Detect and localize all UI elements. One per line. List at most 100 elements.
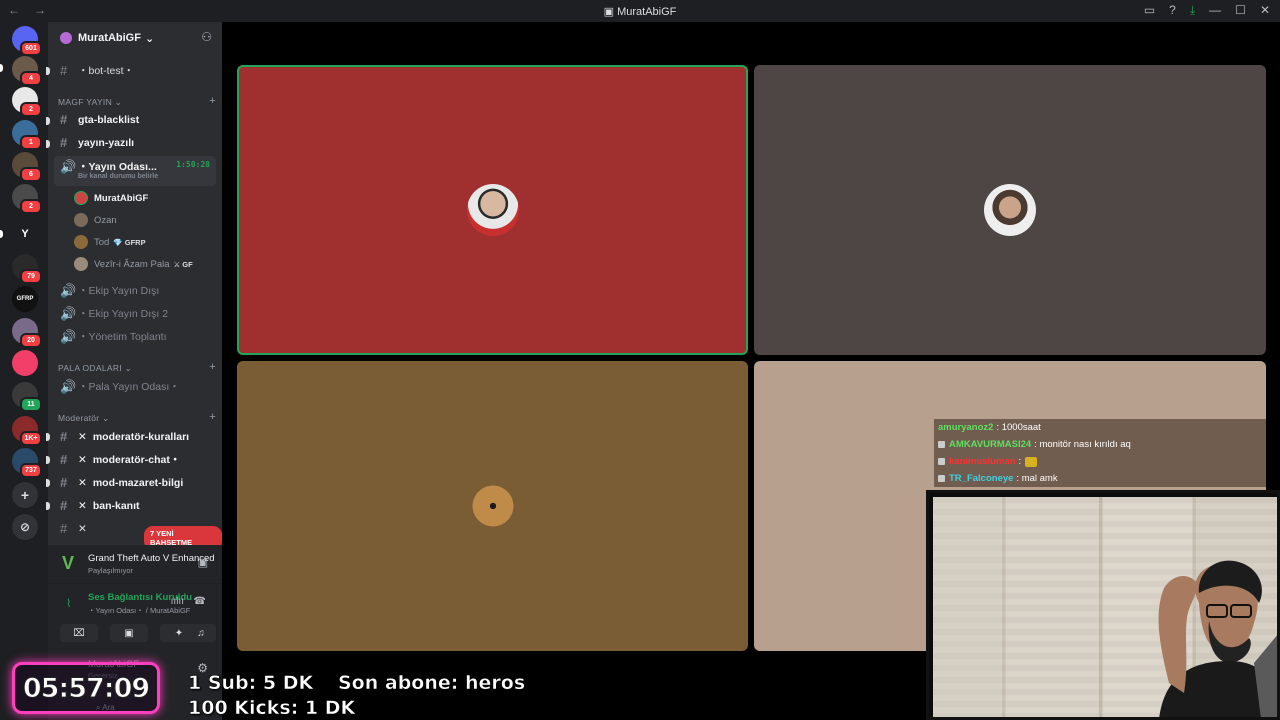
voice-user[interactable]: Tod 💎 GFRP <box>74 232 146 252</box>
server-icon[interactable]: 737 <box>12 448 42 478</box>
voice-channel[interactable]: 🔊 ・Ekip Yayın Dışı <box>54 280 216 301</box>
channel-label: ban-kanıt <box>92 499 140 512</box>
chat-user: kanimusluman <box>949 456 1016 467</box>
invite-icon[interactable]: ⚇ <box>201 30 212 44</box>
maximize-icon[interactable]: ☐ <box>1235 3 1246 18</box>
channel-mod-mazaret-bilgi[interactable]: # ✕ mod-mazaret-bilgi <box>54 472 216 493</box>
channel-label: ・Ekip Yayın Dışı <box>78 285 160 297</box>
guild-header[interactable]: MuratAbiGF ⌄ ⚇ <box>48 22 222 54</box>
gta-game-icon: V <box>62 553 75 573</box>
title-bar: ← → ▣ MuratAbiGF ▭ ? ⤓ — ☐ ✕ <box>0 0 1280 22</box>
channel-moderator-chat[interactable]: # ✕ moderatör-chat・ <box>54 449 216 470</box>
category-moderator[interactable]: Moderatör ⌄ + <box>58 411 216 424</box>
swords-icon: ✕ <box>78 522 87 535</box>
direct-messages-icon[interactable]: 601 <box>12 26 42 56</box>
minimize-icon[interactable]: — <box>1209 3 1221 18</box>
server-badge: 11 <box>20 397 42 412</box>
server-rail: 601 4 2 1 6 2 Y 79 GFRP 20 11 1K+ 737 + … <box>0 22 48 720</box>
add-channel-icon[interactable]: + <box>209 95 216 107</box>
help-icon[interactable]: ? <box>1169 3 1176 18</box>
voice-channel[interactable]: 🔊 ・Yönetim Toplantı <box>54 326 216 347</box>
soundboard-button[interactable]: ♫ <box>186 624 216 642</box>
channel-ban-kanit[interactable]: # ✕ ban-kanıt <box>54 495 216 516</box>
category-magf-yayin[interactable]: MAGF YAYIN ⌄ + <box>58 95 216 108</box>
channel-label: moderatör-kuralları <box>92 430 190 443</box>
avatar <box>74 213 88 227</box>
channel-yayin-yazili[interactable]: # yayın-yazılı <box>54 132 216 153</box>
share-screen-button[interactable]: ▣ <box>110 624 148 642</box>
channel-label: ・bot-test・ <box>78 65 135 77</box>
channel-label: ・Ekip Yayın Dışı 2 <box>78 308 169 320</box>
server-icon[interactable]: 79 <box>12 254 42 284</box>
voice-channel-yayin-odasi[interactable]: 🔊 ・Yayın Odası... 1:50:28 Bir kanal duru… <box>54 156 216 186</box>
server-icon[interactable]: GFRP <box>12 286 38 312</box>
server-badge: 4 <box>20 71 42 86</box>
inbox-icon[interactable]: ▭ <box>1144 3 1155 18</box>
channel-gta-blacklist[interactable]: # gta-blacklist <box>54 109 216 130</box>
server-icon[interactable]: 1 <box>12 120 42 150</box>
server-icon[interactable]: 2 <box>12 87 42 117</box>
chat-user: amuryanoz2 <box>938 422 994 433</box>
participant-tile-speaking[interactable] <box>237 65 748 355</box>
avatar <box>466 480 519 532</box>
speaker-icon: 🔊 <box>60 159 77 174</box>
unread-dot <box>46 140 50 148</box>
server-icon[interactable]: Y <box>12 221 38 247</box>
unread-dot <box>46 67 50 75</box>
chat-user: TR_Falconeye <box>949 473 1014 484</box>
hash-icon: # <box>60 498 68 513</box>
voice-user-name: Vezîr-i Âzam Pala <box>94 258 170 270</box>
badge-icon <box>938 441 945 448</box>
chat-message: TR_Falconeye: mal amk <box>934 470 1266 487</box>
camera-off-button[interactable]: ⌧ <box>60 624 98 642</box>
hash-icon: # <box>60 521 68 536</box>
voice-user[interactable]: Vezîr-i Âzam Pala ⚔ GF <box>74 254 193 274</box>
voice-user-name: MuratAbiGF <box>94 192 149 204</box>
speaker-icon: 🔊 <box>60 282 77 298</box>
add-server-icon[interactable]: + <box>12 482 38 508</box>
voice-user[interactable]: MuratAbiGF <box>74 188 148 208</box>
participant-tile[interactable] <box>754 65 1266 355</box>
add-channel-icon[interactable]: + <box>209 411 216 423</box>
voice-channel[interactable]: 🔊 ・Pala Yayın Odası・ <box>54 376 216 397</box>
server-icon[interactable]: 4 <box>12 56 42 86</box>
category-label: Moderatör <box>58 413 100 423</box>
channel-bot-test[interactable]: # ・bot-test・ <box>54 60 216 81</box>
channel-status[interactable]: Bir kanal durumu belirle <box>78 173 158 180</box>
avatar <box>74 257 88 271</box>
hash-icon: # <box>60 452 68 467</box>
server-icon[interactable] <box>12 350 38 376</box>
server-icon[interactable]: 6 <box>12 152 42 182</box>
voice-channel[interactable]: 🔊 ・Ekip Yayın Dışı 2 <box>54 303 216 324</box>
window-controls: ▭ ? ⤓ — ☐ ✕ <box>1144 3 1270 18</box>
close-icon[interactable]: ✕ <box>1260 3 1270 18</box>
screen-share-icon[interactable]: ▣ <box>198 556 208 569</box>
swords-icon: ✕ <box>78 476 87 489</box>
noise-suppression-icon[interactable]: ıılıı <box>171 596 184 607</box>
server-icon[interactable]: 20 <box>12 318 42 348</box>
hash-icon: # <box>60 135 68 150</box>
participant-tile[interactable] <box>237 361 748 651</box>
voice-user[interactable]: Ozan <box>74 210 117 230</box>
chat-text: : monitör nası kırıldı aq <box>1034 439 1131 450</box>
download-icon[interactable]: ⤓ <box>1190 3 1195 18</box>
category-pala-odalari[interactable]: PALA ODALARI ⌄ + <box>58 361 216 374</box>
chat-user: AMKAVURMASI24 <box>949 439 1032 450</box>
voice-user-name: Ozan <box>94 214 117 226</box>
kicks-goal-text: 100 Kicks: 1 DK <box>188 697 356 720</box>
speaker-icon: 🔊 <box>60 328 77 344</box>
server-icon[interactable]: 2 <box>12 184 42 214</box>
discover-icon[interactable]: ⊘ <box>12 514 38 540</box>
server-icon[interactable]: 11 <box>12 382 42 412</box>
activity-panel: V Grand Theft Auto V Enhanced Paylaşılmı… <box>48 545 222 583</box>
add-channel-icon[interactable]: + <box>209 361 216 373</box>
channel-label: ・Yönetim Toplantı <box>78 331 167 343</box>
category-label: MAGF YAYIN <box>58 97 113 107</box>
role-tag: ⚔ GF <box>173 259 193 269</box>
disconnect-icon[interactable]: ☎ <box>194 596 206 607</box>
channel-label: mod-mazaret-bilgi <box>92 476 184 489</box>
server-badge: 737 <box>20 463 42 478</box>
chat-text: : 1000saat <box>996 422 1041 433</box>
server-icon[interactable]: 1K+ <box>12 416 42 446</box>
channel-moderator-kurallari[interactable]: # ✕ moderatör-kuralları <box>54 426 216 447</box>
